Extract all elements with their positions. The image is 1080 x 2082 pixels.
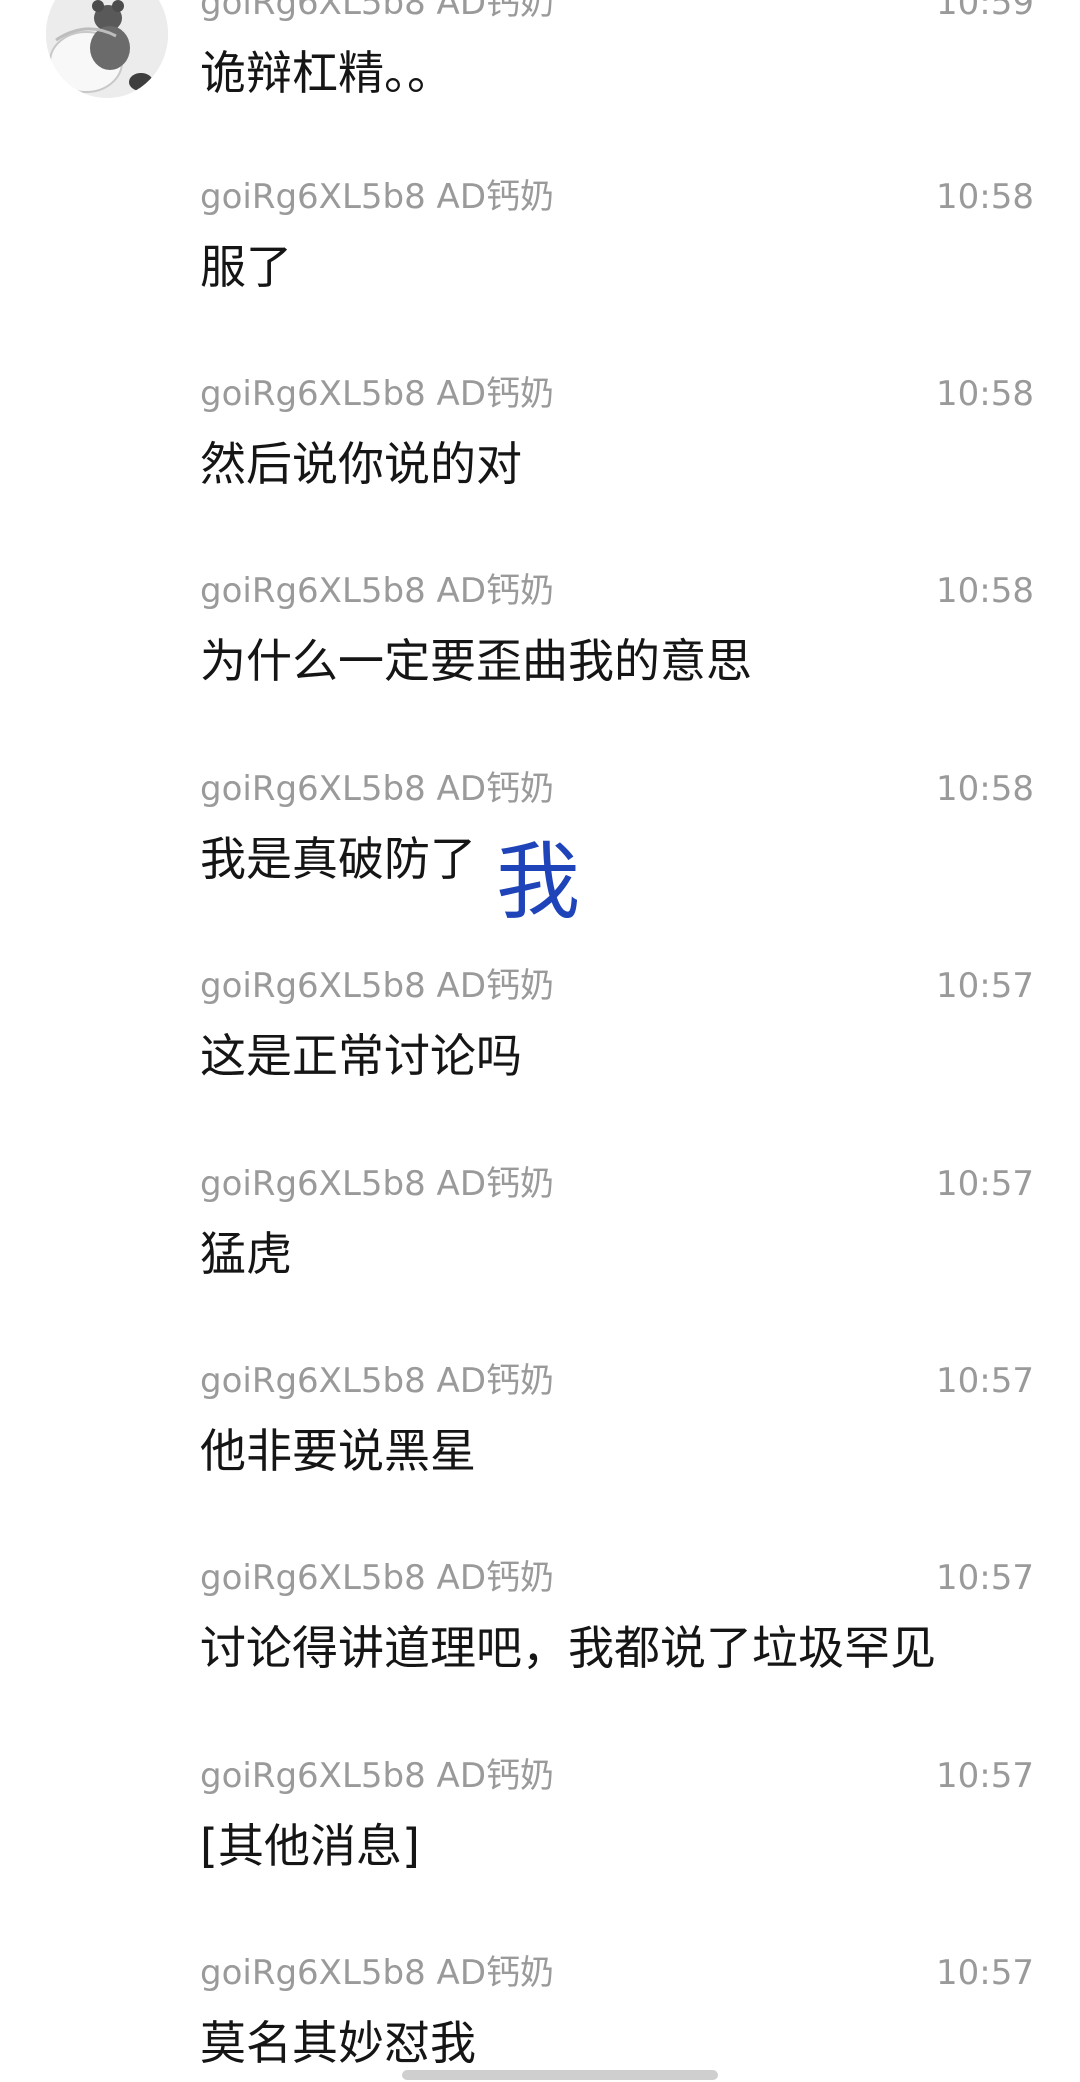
message-text: 服了	[200, 240, 292, 294]
message-meta: goiRg6XL5b8 AD钙奶 10:57	[200, 1948, 1034, 1998]
message-time: 10:59	[936, 0, 1034, 23]
message-meta: goiRg6XL5b8 AD钙奶 10:59	[200, 0, 1034, 28]
sender-name: goiRg6XL5b8 AD钙奶	[200, 0, 554, 23]
message-meta: goiRg6XL5b8 AD钙奶 10:58	[200, 172, 1034, 222]
message-time: 10:57	[936, 1756, 1034, 1796]
avatar[interactable]	[46, 0, 168, 98]
list-item[interactable]: goiRg6XL5b8 AD钙奶 10:57 讨论得讲道理吧，我都说了垃圾罕见	[200, 1553, 1034, 1753]
message-text: 诡辩杠精。。	[200, 46, 453, 100]
list-item[interactable]: goiRg6XL5b8 AD钙奶 10:58 为什么一定要歪曲我的意思	[200, 566, 1034, 766]
sender-name: goiRg6XL5b8 AD钙奶	[200, 1361, 554, 1401]
message-time: 10:57	[936, 1164, 1034, 1204]
message-meta: goiRg6XL5b8 AD钙奶 10:58	[200, 369, 1034, 419]
sender-name: goiRg6XL5b8 AD钙奶	[200, 571, 554, 611]
message-text: 他非要说黑星	[200, 1424, 476, 1478]
sender-name: goiRg6XL5b8 AD钙奶	[200, 1558, 554, 1598]
message-time: 10:58	[936, 374, 1034, 414]
bear-plush-avatar-icon	[46, 0, 168, 98]
home-indicator[interactable]	[402, 2070, 718, 2080]
message-meta: goiRg6XL5b8 AD钙奶 10:57	[200, 1751, 1034, 1801]
list-item[interactable]: goiRg6XL5b8 AD钙奶 10:58 我是真破防了	[200, 764, 1034, 964]
message-time: 10:58	[936, 177, 1034, 217]
list-item[interactable]: goiRg6XL5b8 AD钙奶 10:57 这是正常讨论吗	[200, 961, 1034, 1161]
message-time: 10:58	[936, 769, 1034, 809]
sender-name: goiRg6XL5b8 AD钙奶	[200, 374, 554, 414]
message-meta: goiRg6XL5b8 AD钙奶 10:57	[200, 1159, 1034, 1209]
sender-name: goiRg6XL5b8 AD钙奶	[200, 1164, 554, 1204]
list-item[interactable]: goiRg6XL5b8 AD钙奶 10:57 他非要说黑星	[200, 1356, 1034, 1556]
list-item[interactable]: goiRg6XL5b8 AD钙奶 10:58 然后说你说的对	[200, 369, 1034, 569]
message-text: [其他消息]	[200, 1819, 420, 1873]
message-time: 10:57	[936, 1558, 1034, 1598]
message-text: 为什么一定要歪曲我的意思	[200, 634, 752, 688]
sender-name: goiRg6XL5b8 AD钙奶	[200, 1953, 554, 1993]
message-time: 10:57	[936, 1361, 1034, 1401]
sender-name: goiRg6XL5b8 AD钙奶	[200, 769, 554, 809]
message-meta: goiRg6XL5b8 AD钙奶 10:58	[200, 566, 1034, 616]
message-text: 然后说你说的对	[200, 437, 522, 491]
list-item[interactable]: goiRg6XL5b8 AD钙奶 10:57 莫名其妙怼我	[200, 1948, 1034, 2082]
overlay-annotation-text: 我	[496, 833, 581, 931]
sender-name: goiRg6XL5b8 AD钙奶	[200, 177, 554, 217]
list-item[interactable]: goiRg6XL5b8 AD钙奶 10:58 服了	[200, 172, 1034, 372]
message-time: 10:57	[936, 966, 1034, 1006]
sender-name: goiRg6XL5b8 AD钙奶	[200, 1756, 554, 1796]
sender-name: goiRg6XL5b8 AD钙奶	[200, 966, 554, 1006]
message-meta: goiRg6XL5b8 AD钙奶 10:57	[200, 1356, 1034, 1406]
message-meta: goiRg6XL5b8 AD钙奶 10:57	[200, 961, 1034, 1011]
message-meta: goiRg6XL5b8 AD钙奶 10:58	[200, 764, 1034, 814]
message-time: 10:58	[936, 571, 1034, 611]
message-time: 10:57	[936, 1953, 1034, 1993]
message-text: 猛虎	[200, 1227, 292, 1281]
list-item[interactable]: goiRg6XL5b8 AD钙奶 10:57 [其他消息]	[200, 1751, 1034, 1951]
message-text: 这是正常讨论吗	[200, 1029, 522, 1083]
message-text: 莫名其妙怼我	[200, 2016, 476, 2070]
list-item[interactable]: goiRg6XL5b8 AD钙奶 10:59 诡辩杠精。。	[200, 0, 1034, 178]
message-meta: goiRg6XL5b8 AD钙奶 10:57	[200, 1553, 1034, 1603]
message-text: 讨论得讲道理吧，我都说了垃圾罕见	[200, 1621, 936, 1675]
list-item[interactable]: goiRg6XL5b8 AD钙奶 10:57 猛虎	[200, 1159, 1034, 1359]
message-text: 我是真破防了	[200, 832, 476, 886]
